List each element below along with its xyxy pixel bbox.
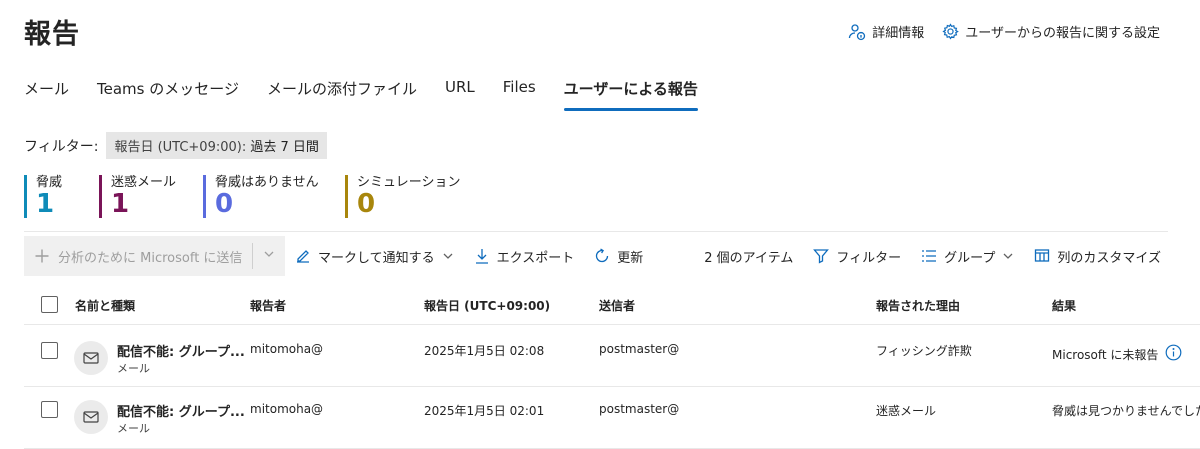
sender: postmaster@ (599, 342, 680, 356)
item-name[interactable]: 配信不能: グループ... (117, 401, 245, 420)
item-name[interactable]: 配信不能: グループ... (117, 341, 245, 360)
result: 脅威は見つかりませんでした (1052, 404, 1200, 418)
stat-simulation-value: 0 (357, 189, 376, 219)
plus-icon (35, 249, 49, 263)
info-button[interactable] (1165, 344, 1182, 364)
mark-and-notify-button[interactable]: マークして通知する (295, 247, 454, 266)
command-bar: 分析のために Microsoft に送信 マークして通知する エクスポート 更新… (24, 236, 1168, 276)
table-header: 名前と種類 報告者 報告日 (UTC+09:00) 送信者 報告された理由 結果 (24, 286, 1200, 324)
filter-icon (813, 249, 830, 264)
filter-button-label: フィルター (836, 250, 902, 266)
header-actions: 詳細情報 ユーザーからの報告に関する設定 (848, 22, 1160, 41)
stat-threat-value: 1 (36, 189, 55, 219)
refresh-icon (596, 248, 609, 263)
reported-reason: 迷惑メール (876, 404, 937, 418)
group-button-label: グループ (944, 250, 996, 266)
column-header-name[interactable]: 名前と種類 (75, 297, 135, 314)
column-header-result[interactable]: 結果 (1052, 297, 1076, 314)
item-count: 2 個のアイテム (704, 250, 794, 266)
person-info-icon (849, 23, 866, 40)
info-icon (1165, 344, 1182, 361)
customize-columns-button[interactable]: 列のカスタマイズ (1034, 247, 1161, 266)
command-bar-right: 2 個のアイテム フィルター グループ 列のカスタマイズ (704, 247, 1161, 266)
filter-label: フィルター: (24, 138, 99, 155)
page-title: 報告 (24, 19, 80, 50)
reported-reason: フィッシング詐欺 (876, 344, 972, 358)
submit-to-microsoft-button[interactable]: 分析のために Microsoft に送信 (24, 247, 252, 266)
table-row[interactable]: 配信不能: グループ... メール mitomoha@ 2025年1月5日 02… (24, 387, 1200, 449)
summary-stats: 脅威 1 迷惑メール 1 脅威はありません 0 シミュレーション 0 (24, 175, 465, 218)
column-header-sender[interactable]: 送信者 (599, 297, 635, 314)
customize-columns-icon (1035, 249, 1050, 262)
chevron-down-icon (443, 253, 453, 259)
reported-date: 2025年1月5日 02:01 (424, 404, 545, 418)
table-row[interactable]: 配信不能: グループ... メール mitomoha@ 2025年1月5日 02… (24, 325, 1200, 387)
tab-email-attachments[interactable]: メールの添付ファイル (267, 78, 417, 111)
group-list-icon (922, 250, 937, 262)
refresh-label: 更新 (617, 250, 644, 266)
tab-user-reported[interactable]: ユーザーによる報告 (563, 78, 699, 111)
item-type: メール (117, 362, 150, 375)
row-checkbox[interactable] (41, 342, 58, 359)
chevron-down-icon (264, 251, 274, 257)
item-type: メール (117, 422, 150, 435)
tab-teams-messages[interactable]: Teams のメッセージ (97, 78, 239, 111)
refresh-button[interactable]: 更新 (594, 247, 643, 266)
details-button[interactable]: 詳細情報 (848, 22, 924, 41)
download-icon (475, 249, 488, 264)
tab-email[interactable]: メール (24, 78, 69, 111)
stat-spam[interactable]: 迷惑メール 1 (99, 175, 203, 218)
column-header-reason[interactable]: 報告された理由 (876, 297, 960, 314)
stat-no-threat[interactable]: 脅威はありません 0 (203, 175, 345, 218)
reported-date: 2025年1月5日 02:08 (424, 344, 545, 358)
select-all-checkbox[interactable] (41, 296, 58, 313)
result: Microsoft に未報告 (1052, 348, 1159, 362)
command-bar-left: マークして通知する エクスポート 更新 (295, 247, 643, 266)
submit-to-microsoft-label: 分析のために Microsoft に送信 (58, 250, 243, 266)
report-settings-label: ユーザーからの報告に関する設定 (965, 26, 1160, 41)
divider (24, 231, 1168, 232)
mail-icon (83, 352, 99, 364)
mark-and-notify-label: マークして通知する (318, 250, 435, 266)
edit-icon (297, 250, 309, 263)
group-button[interactable]: グループ (921, 247, 1014, 266)
avatar (74, 400, 108, 434)
chevron-down-icon (1003, 253, 1013, 259)
stat-threat[interactable]: 脅威 1 (24, 175, 99, 218)
customize-columns-label: 列のカスタマイズ (1057, 250, 1161, 266)
tab-files[interactable]: Files (503, 78, 536, 111)
date-filter-chip[interactable]: 報告日 (UTC+09:00): 過去 7 日間 (106, 132, 327, 159)
reporter: mitomoha@ (250, 402, 324, 416)
tab-url[interactable]: URL (445, 78, 475, 111)
stat-no-threat-value: 0 (215, 189, 234, 219)
reporter: mitomoha@ (250, 342, 324, 356)
details-label: 詳細情報 (872, 26, 925, 41)
date-filter-value: 過去 7 日間 (246, 140, 319, 155)
column-header-date[interactable]: 報告日 (UTC+09:00) (424, 297, 550, 314)
export-button[interactable]: エクスポート (474, 247, 575, 266)
submit-dropdown-button[interactable] (253, 248, 285, 264)
avatar (74, 341, 108, 375)
filter-row: フィルター: 報告日 (UTC+09:00): 過去 7 日間 (24, 132, 327, 159)
export-label: エクスポート (496, 250, 575, 266)
sender: postmaster@ (599, 402, 680, 416)
mail-icon (83, 411, 99, 423)
tab-bar: メール Teams のメッセージ メールの添付ファイル URL Files ユー… (24, 78, 699, 111)
filter-button[interactable]: フィルター (813, 247, 901, 266)
row-checkbox[interactable] (41, 401, 58, 418)
column-header-reporter[interactable]: 報告者 (250, 297, 286, 314)
stat-no-threat-label: 脅威はありません (215, 175, 319, 190)
report-settings-button[interactable]: ユーザーからの報告に関する設定 (942, 22, 1160, 41)
stat-simulation[interactable]: シミュレーション 0 (345, 175, 465, 218)
date-filter-key: 報告日 (UTC+09:00): (114, 140, 247, 155)
stat-spam-value: 1 (111, 189, 130, 219)
submit-to-microsoft-split-button: 分析のために Microsoft に送信 (24, 236, 285, 276)
gear-icon (942, 23, 960, 40)
